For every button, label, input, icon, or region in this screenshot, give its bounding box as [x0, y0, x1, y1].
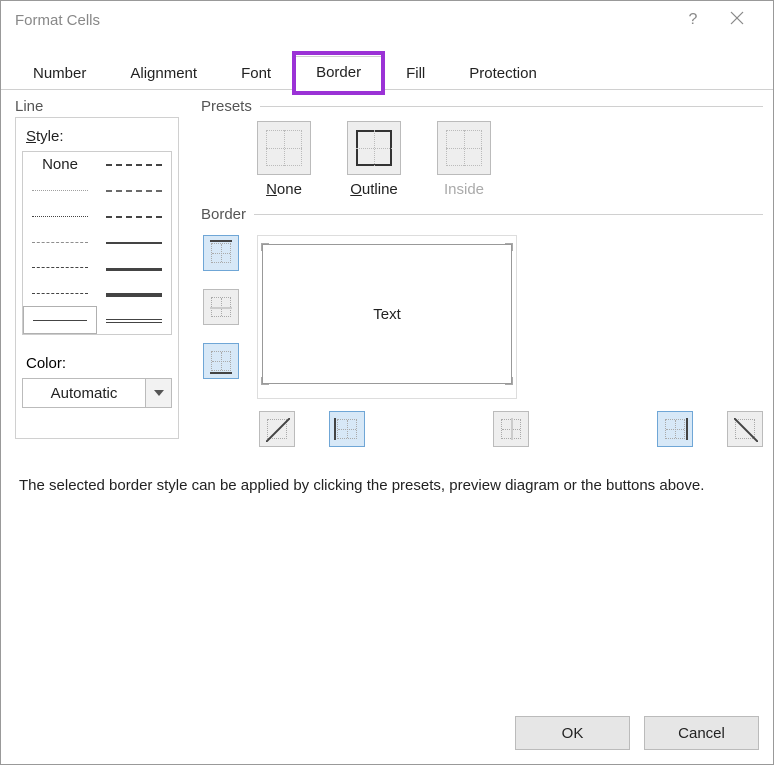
- border-middle-h-button[interactable]: [203, 289, 239, 325]
- close-icon[interactable]: [715, 11, 759, 30]
- tab-border[interactable]: Border: [293, 56, 384, 90]
- tab-number[interactable]: Number: [11, 58, 108, 90]
- line-style-dotted[interactable]: [23, 203, 97, 229]
- border-diag-up-button[interactable]: [259, 411, 295, 447]
- preview-text: Text: [373, 306, 401, 323]
- help-icon[interactable]: ?: [671, 11, 715, 29]
- tab-fill[interactable]: Fill: [384, 58, 447, 90]
- line-style-medium[interactable]: [97, 230, 171, 256]
- border-right-button[interactable]: [657, 411, 693, 447]
- line-style-dashed-wide[interactable]: [23, 281, 97, 307]
- preset-none[interactable]: None: [257, 121, 311, 198]
- hint-text: The selected border style can be applied…: [1, 447, 773, 494]
- tab-font[interactable]: Font: [219, 58, 293, 90]
- border-preview[interactable]: Text: [262, 244, 512, 384]
- tab-protection[interactable]: Protection: [447, 58, 559, 90]
- color-label: Color:: [22, 347, 172, 378]
- border-left-button[interactable]: [329, 411, 365, 447]
- titlebar: Format Cells ?: [1, 1, 773, 39]
- preset-inside[interactable]: Inside: [437, 121, 491, 198]
- line-style-dash-dot-dot[interactable]: [23, 255, 97, 281]
- line-style-thick[interactable]: [97, 256, 171, 282]
- border-top-button[interactable]: [203, 235, 239, 271]
- tab-bar: Number Alignment Font Border Fill Protec…: [1, 39, 773, 90]
- border-middle-v-button[interactable]: [493, 411, 529, 447]
- ok-button[interactable]: OK: [515, 716, 630, 750]
- line-style-none[interactable]: None: [23, 152, 97, 178]
- color-select[interactable]: Automatic: [22, 378, 172, 408]
- line-group-label: Line: [11, 96, 183, 117]
- line-style-thin[interactable]: [23, 306, 97, 334]
- chevron-down-icon: [154, 390, 164, 396]
- preset-outline[interactable]: Outline: [347, 121, 401, 198]
- preset-none-label: None: [266, 181, 302, 198]
- preset-inside-label: Inside: [444, 181, 484, 198]
- border-preview-wrap: Text: [257, 235, 517, 399]
- color-value: Automatic: [22, 378, 146, 408]
- line-style-extra-thick[interactable]: [97, 282, 171, 308]
- cancel-button[interactable]: Cancel: [644, 716, 759, 750]
- line-style-dash-thick[interactable]: [97, 152, 171, 178]
- dialog-footer: OK Cancel: [515, 716, 759, 750]
- preset-outline-label: Outline: [350, 181, 398, 198]
- line-style-double[interactable]: [97, 308, 171, 334]
- line-style-dash-wide-thick[interactable]: [97, 204, 171, 230]
- window-title: Format Cells: [15, 12, 100, 29]
- line-style-dashdot-thick[interactable]: [97, 178, 171, 204]
- border-bottom-button[interactable]: [203, 343, 239, 379]
- tab-alignment[interactable]: Alignment: [108, 58, 219, 90]
- line-group: Style: None: [15, 117, 179, 439]
- border-group-label: Border: [197, 204, 763, 225]
- line-style-hair[interactable]: [23, 178, 97, 204]
- line-style-dash-dot[interactable]: [23, 229, 97, 255]
- border-diag-down-button[interactable]: [727, 411, 763, 447]
- style-label: Style:: [22, 124, 172, 149]
- line-style-grid: None: [22, 151, 172, 335]
- presets-group-label: Presets: [197, 96, 763, 117]
- color-dropdown-button[interactable]: [146, 378, 172, 408]
